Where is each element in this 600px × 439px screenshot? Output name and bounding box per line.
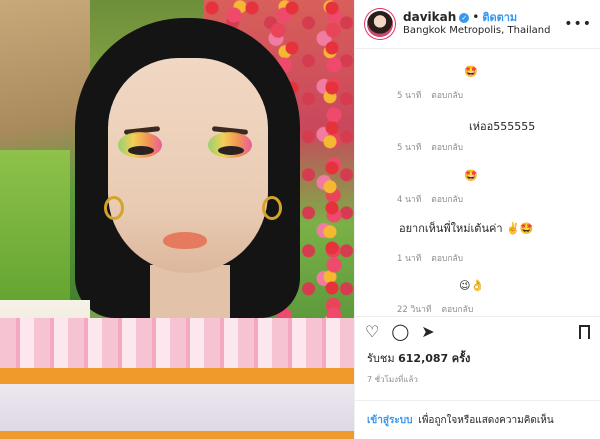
share-icon[interactable]: ➤: [421, 324, 434, 340]
handle-row: davikah ✓ • ติดตาม: [403, 10, 564, 25]
right-earring: [262, 196, 282, 220]
views-number: 612,087: [398, 352, 449, 365]
username-link[interactable]: davikah: [403, 10, 456, 25]
comment-item: 🤩 4 นาที ตอบกลับ: [367, 159, 588, 211]
reply-button[interactable]: ตอบกลับ: [431, 254, 463, 264]
login-link[interactable]: เข้าสู่ระบบ: [367, 413, 412, 428]
comment-text: 😉👌: [459, 279, 485, 292]
views-prefix: รับชม: [367, 352, 395, 365]
comment-icon[interactable]: ◯: [391, 324, 409, 340]
left-eye: [128, 146, 154, 155]
location-link[interactable]: Bangkok Metropolis, Thailand: [403, 25, 564, 38]
follow-button[interactable]: ติดตาม: [482, 11, 517, 25]
comment-time: 1 นาที: [397, 254, 422, 264]
comment-meta: 5 นาที ตอบกลับ: [397, 88, 463, 102]
garden-lawn: [0, 150, 70, 320]
heart-icon[interactable]: ♡: [365, 324, 379, 340]
view-count: รับชม 612,087 ครั้ง: [355, 347, 600, 367]
more-options-icon[interactable]: •••: [564, 16, 592, 32]
comment-time: 5 นาที: [397, 143, 422, 153]
comment-text: อยากเห็นพี่ใหม่เต้นค่า ✌️🤩: [399, 222, 534, 235]
comment-time: 4 นาที: [397, 195, 422, 205]
verified-badge-icon: ✓: [459, 12, 470, 23]
product-shelf: [0, 318, 354, 368]
comment-text: 🤩: [464, 169, 478, 182]
comment-time: 5 นาที: [397, 91, 422, 101]
comment-item: 😉👌 22 วินาที ตอบกลับ: [367, 269, 588, 316]
action-bar: ♡ ◯ ➤: [355, 316, 600, 347]
comment-item: เห่ออ555555 5 นาที ตอบกลับ: [367, 107, 588, 159]
avatar[interactable]: [367, 11, 393, 37]
separator-dot: •: [472, 10, 480, 25]
counter-base: [0, 384, 354, 439]
comments-list[interactable]: 🤩 5 นาที ตอบกลับ เห่ออ555555 5 นาที ตอบกลั…: [355, 49, 600, 316]
comment-text: 🤩: [464, 65, 478, 78]
reply-button[interactable]: ตอบกลับ: [431, 195, 463, 205]
reply-button[interactable]: ตอบกลับ: [441, 305, 473, 315]
comment-time: 22 วินาที: [397, 305, 432, 315]
bookmark-icon[interactable]: [579, 325, 590, 343]
login-prompt: เข้าสู่ระบบ เพื่อถูกใจหรือแสดงความคิดเห็…: [355, 400, 600, 439]
post-panel: davikah ✓ • ติดตาม Bangkok Metropolis, T…: [354, 0, 600, 439]
comment-meta: 22 วินาที ตอบกลับ: [397, 302, 473, 316]
person-lips: [163, 232, 207, 249]
post-timestamp: 7 ชั่วโมงที่แล้ว: [367, 375, 418, 384]
comment-meta: 1 นาที ตอบกลับ: [397, 251, 463, 265]
post-video[interactable]: [0, 0, 354, 439]
login-prompt-text: เพื่อถูกใจหรือแสดงความคิดเห็น: [418, 414, 554, 426]
counter-orange-bar: [0, 368, 354, 384]
reply-button[interactable]: ตอบกลับ: [431, 143, 463, 153]
comment-meta: 4 นาที ตอบกลับ: [397, 192, 463, 206]
comment-text: เห่ออ555555: [469, 120, 536, 133]
right-eye: [218, 146, 244, 155]
reply-button[interactable]: ตอบกลับ: [431, 91, 463, 101]
comment-item: อยากเห็นพี่ใหม่เต้นค่า ✌️🤩 1 นาที ตอบกลับ: [367, 211, 588, 269]
views-suffix: ครั้ง: [451, 352, 471, 365]
post-header: davikah ✓ • ติดตาม Bangkok Metropolis, T…: [355, 0, 600, 49]
comment-meta: 5 นาที ตอบกลับ: [397, 140, 463, 154]
header-text: davikah ✓ • ติดตาม Bangkok Metropolis, T…: [403, 10, 564, 38]
person-neck: [150, 265, 230, 325]
instagram-post: davikah ✓ • ติดตาม Bangkok Metropolis, T…: [0, 0, 600, 439]
comment-item: 🤩 5 นาที ตอบกลับ: [367, 55, 588, 107]
left-earring: [104, 196, 124, 220]
